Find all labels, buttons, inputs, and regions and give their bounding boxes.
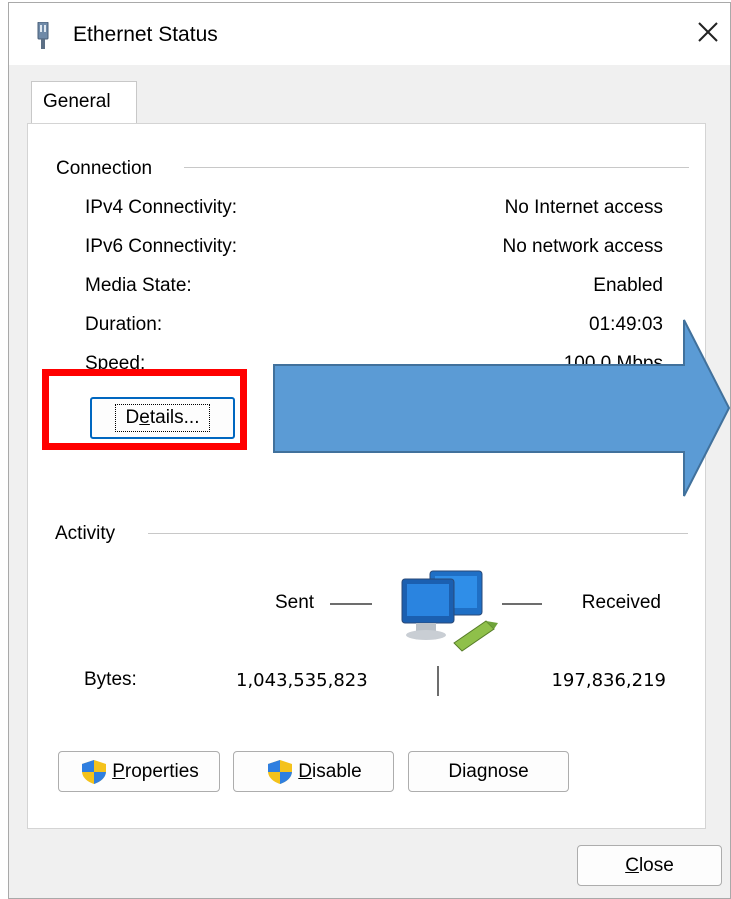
properties-button[interactable]: Properties	[58, 751, 220, 792]
bytes-sent-value: 1,043,535,823	[236, 670, 368, 691]
bytes-received-value: 197,836,219	[551, 670, 666, 691]
close-button-label: Close	[625, 854, 674, 876]
disable-button[interactable]: Disable	[233, 751, 394, 792]
received-line	[502, 603, 542, 605]
activity-group-label: Activity	[55, 523, 122, 545]
sent-line	[330, 603, 372, 605]
diagnose-button-label: Diagnose	[448, 760, 529, 782]
close-button[interactable]: Close	[577, 845, 722, 886]
disable-button-label: Disable	[298, 760, 362, 782]
received-label: Received	[581, 592, 661, 613]
activity-divider	[148, 533, 688, 534]
network-computers-icon	[401, 570, 498, 652]
uac-shield-icon	[82, 759, 107, 784]
bytes-label: Bytes:	[84, 669, 137, 690]
uac-shield-icon	[268, 759, 293, 784]
bytes-separator	[437, 666, 439, 696]
activity-layer: Activity Sent Received Bytes: 1,043,535,…	[8, 2, 731, 899]
properties-button-label: Properties	[112, 760, 199, 782]
sent-label: Sent	[275, 592, 315, 613]
diagnose-button[interactable]: Diagnose	[408, 751, 569, 792]
